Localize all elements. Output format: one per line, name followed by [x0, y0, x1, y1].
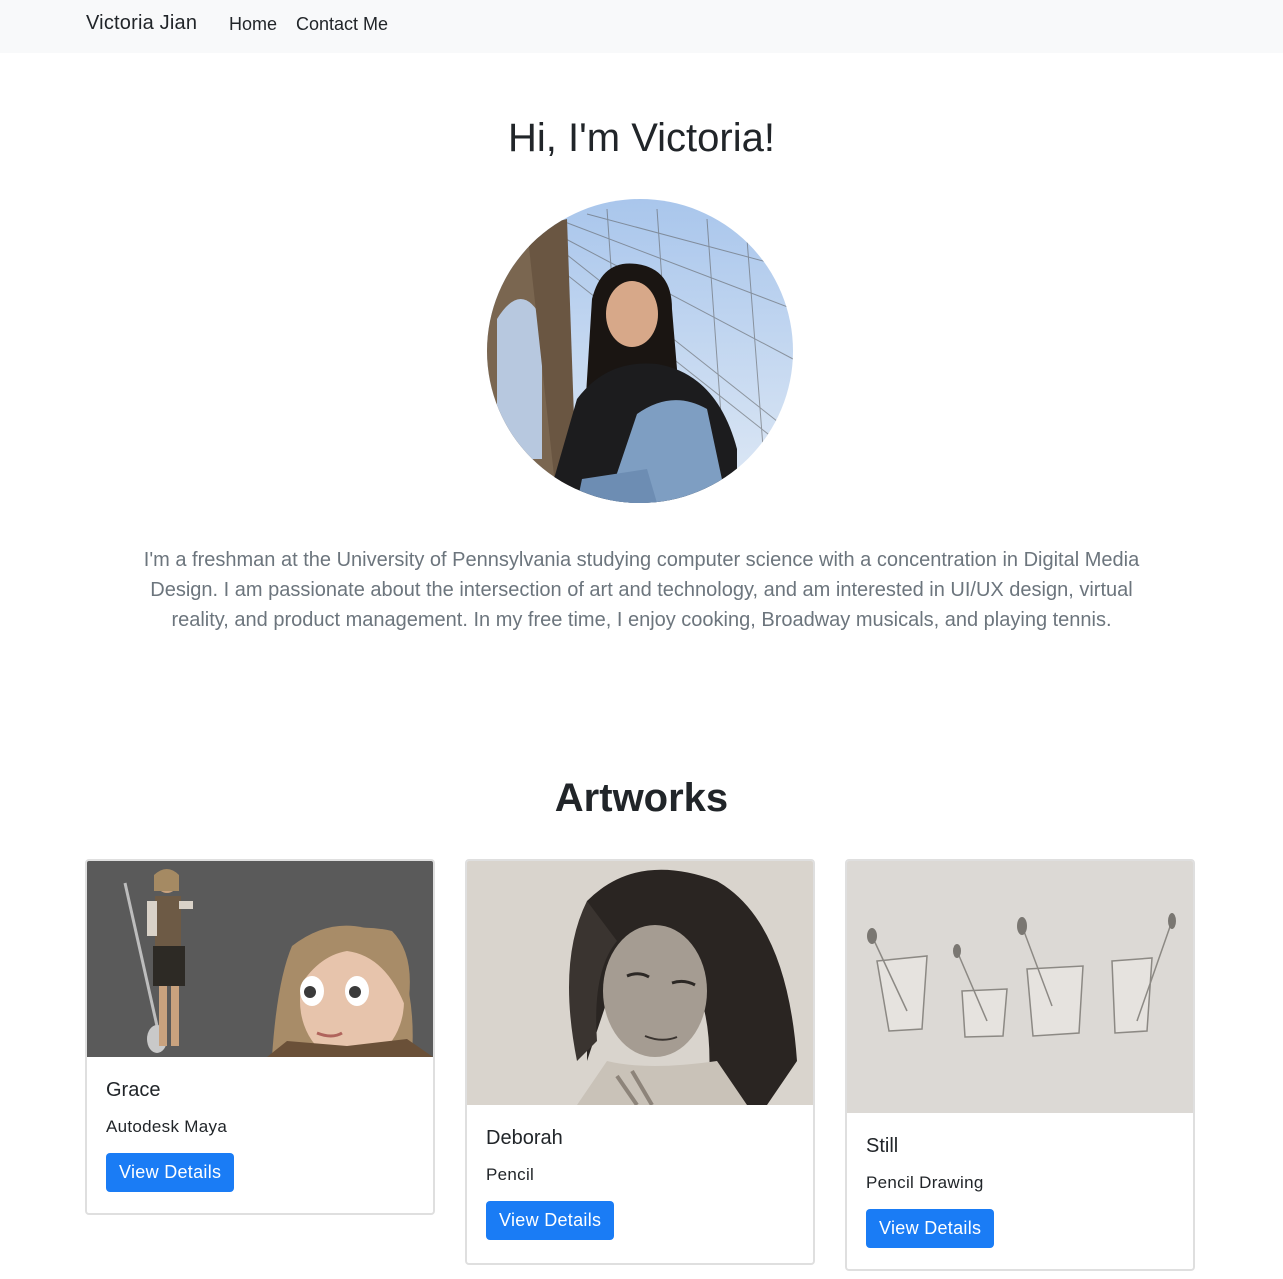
artwork-image-deborah — [467, 861, 813, 1105]
brand-link[interactable]: Victoria Jian — [86, 12, 197, 35]
artwork-medium: Pencil — [486, 1165, 535, 1184]
view-details-button[interactable]: View Details — [106, 1153, 235, 1192]
navbar: Victoria Jian Home Contact Me — [0, 0, 1283, 53]
view-details-button[interactable]: View Details — [866, 1209, 995, 1248]
artwork-title: Still — [866, 1135, 899, 1157]
artwork-medium: Autodesk Maya — [106, 1117, 228, 1136]
artwork-card-still: Still Pencil Drawing View Details — [845, 859, 1195, 1271]
view-details-button[interactable]: View Details — [486, 1201, 615, 1240]
artwork-card-deborah: Deborah Pencil View Details — [465, 859, 815, 1265]
bio-text: I'm a freshman at the University of Penn… — [143, 549, 1140, 631]
artwork-image-still — [847, 861, 1193, 1113]
artwork-image-grace — [87, 861, 433, 1057]
artworks-title: Artworks — [554, 776, 729, 820]
profile-photo — [487, 199, 793, 503]
artwork-medium: Pencil Drawing — [866, 1173, 984, 1192]
artwork-title: Deborah — [486, 1127, 563, 1149]
artwork-title: Grace — [106, 1079, 161, 1101]
artwork-card-grace: Grace Autodesk Maya View Details — [85, 859, 435, 1215]
hero-title: Hi, I'm Victoria! — [508, 116, 775, 160]
nav-link-contact[interactable]: Contact Me — [296, 14, 388, 35]
nav-link-home[interactable]: Home — [229, 14, 277, 35]
